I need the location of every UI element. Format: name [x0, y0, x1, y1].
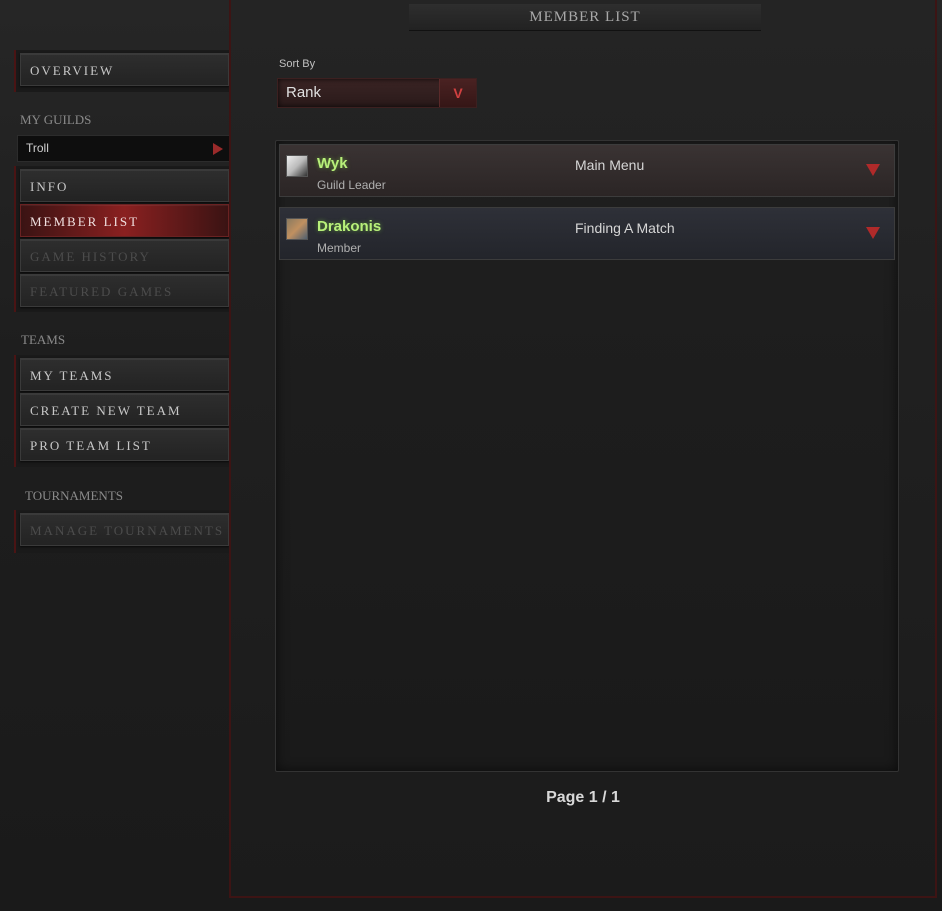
sidebar-item-create-new-team[interactable]: CREATE NEW TEAM	[20, 393, 229, 426]
main-panel: MEMBER LIST Sort By Rank V Wyk Guild Lea…	[229, 0, 937, 898]
teams-menu-block: MY TEAMS CREATE NEW TEAM PRO TEAM LIST	[14, 355, 233, 467]
sort-by-label: Sort By	[279, 58, 316, 70]
sidebar-item-info[interactable]: INFO	[20, 169, 229, 202]
sort-dropdown[interactable]: Rank V	[277, 78, 477, 108]
guild-window: OVERVIEW MY GUILDS Troll INFO MEMBER LIS…	[0, 0, 942, 911]
overview-block: OVERVIEW	[14, 50, 233, 92]
list-item[interactable]: Wyk Guild Leader Main Menu	[279, 144, 895, 197]
member-rank: Guild Leader	[317, 178, 386, 192]
dropdown-arrow-icon[interactable]	[866, 227, 880, 239]
overview-button[interactable]: OVERVIEW	[20, 53, 229, 86]
sort-dropdown-value: Rank	[286, 84, 322, 101]
member-rank: Member	[317, 241, 362, 255]
play-arrow-icon	[213, 143, 223, 155]
sidebar-item-member-list[interactable]: MEMBER LIST	[20, 204, 229, 237]
chevron-down-icon[interactable]: V	[439, 79, 476, 107]
hero-portrait-icon	[286, 155, 308, 177]
title-bar: MEMBER LIST	[231, 0, 935, 36]
tournaments-menu-block: MANAGE TOURNAMENTS	[14, 510, 233, 553]
guild-selector[interactable]: Troll	[17, 135, 231, 162]
sidebar-item-featured-games: FEATURED GAMES	[20, 274, 229, 307]
guild-selector-value: Troll	[26, 141, 49, 155]
sidebar-item-game-history: GAME HISTORY	[20, 239, 229, 272]
my-guilds-heading: MY GUILDS	[20, 112, 92, 127]
list-item[interactable]: Drakonis Member Finding A Match	[279, 207, 895, 260]
sidebar-item-manage-tournaments: MANAGE TOURNAMENTS	[20, 513, 229, 546]
sidebar-item-my-teams[interactable]: MY TEAMS	[20, 358, 229, 391]
tournaments-heading: TOURNAMENTS	[25, 488, 123, 503]
hero-portrait-icon	[286, 218, 308, 240]
member-name[interactable]: Wyk	[317, 155, 348, 172]
member-status: Finding A Match	[575, 220, 675, 236]
dropdown-arrow-icon[interactable]	[866, 164, 880, 176]
member-status: Main Menu	[575, 157, 645, 173]
member-list: Wyk Guild Leader Main Menu Drakonis Memb…	[275, 140, 899, 772]
sidebar-item-pro-team-list[interactable]: PRO TEAM LIST	[20, 428, 229, 461]
member-name[interactable]: Drakonis	[317, 218, 381, 235]
guild-menu-block: INFO MEMBER LIST GAME HISTORY FEATURED G…	[14, 166, 233, 312]
page-title: MEMBER LIST	[409, 4, 761, 31]
sidebar: OVERVIEW MY GUILDS Troll INFO MEMBER LIS…	[0, 0, 233, 911]
pagination: Page 1 / 1	[546, 789, 620, 806]
teams-heading: TEAMS	[21, 332, 66, 347]
